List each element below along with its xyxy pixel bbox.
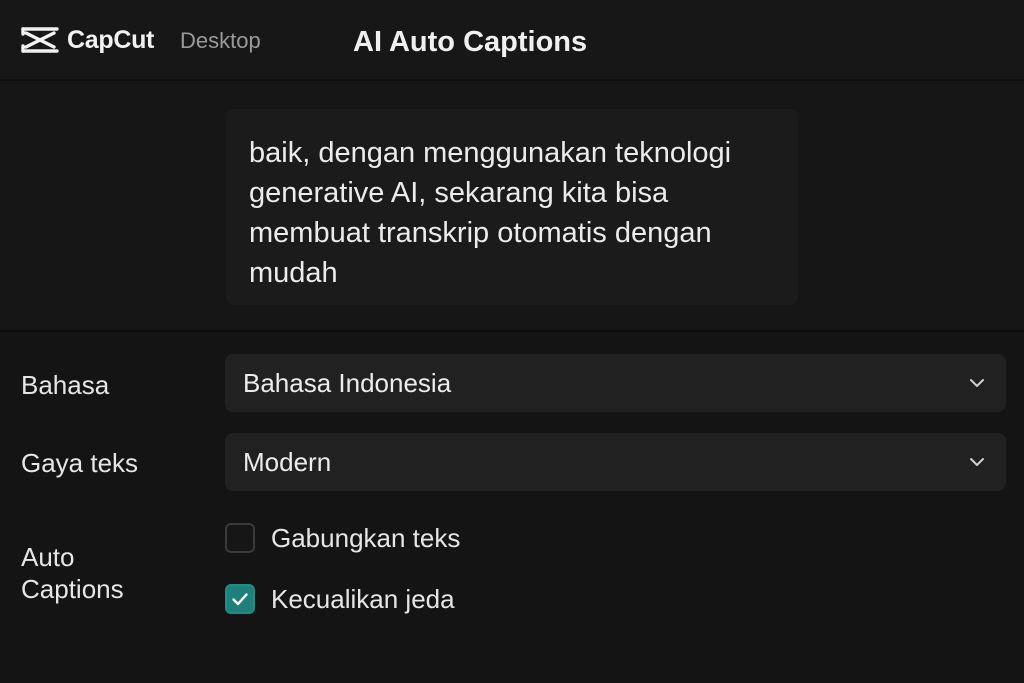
- header-bar: CapCut Desktop AI Auto Captions: [0, 0, 1024, 81]
- caption-text: baik, dengan menggunakan teknologi gener…: [249, 133, 776, 293]
- auto-captions-label-line: Auto: [21, 542, 75, 572]
- caption-line: membuat transkrip otomatis dengan: [249, 217, 712, 249]
- language-select[interactable]: Bahasa Indonesia: [225, 354, 1006, 412]
- merge-text-checkbox[interactable]: [225, 523, 255, 553]
- caption-preview-area: baik, dengan menggunakan teknologi gener…: [0, 81, 1024, 332]
- option-exclude-pauses[interactable]: Kecualikan jeda: [225, 582, 455, 616]
- text-style-select-value: Modern: [243, 446, 332, 477]
- auto-captions-label: Auto Captions: [21, 541, 124, 605]
- caption-line: baik, dengan menggunakan teknologi: [249, 137, 732, 169]
- exclude-pauses-checkbox[interactable]: [225, 584, 255, 614]
- settings-panel: Bahasa Bahasa Indonesia Gaya teks Modern…: [0, 332, 1024, 683]
- brand: CapCut: [20, 22, 154, 58]
- language-label: Bahasa: [21, 370, 110, 400]
- exclude-pauses-label: Kecualikan jeda: [271, 583, 455, 614]
- auto-captions-label-line: Captions: [21, 574, 124, 604]
- option-merge-text[interactable]: Gabungkan teks: [225, 521, 460, 555]
- capcut-logo-icon: [21, 27, 59, 53]
- chevron-down-icon: [970, 379, 984, 387]
- page-title: AI Auto Captions: [353, 26, 588, 58]
- brand-name: CapCut: [67, 25, 155, 54]
- brand-subtitle: Desktop: [180, 28, 261, 53]
- caption-preview-box: baik, dengan menggunakan teknologi gener…: [226, 109, 798, 305]
- app-window: CapCut Desktop AI Auto Captions baik, de…: [0, 0, 1024, 683]
- text-style-select[interactable]: Modern: [225, 433, 1006, 491]
- merge-text-label: Gabungkan teks: [271, 522, 461, 553]
- caption-line: mudah: [249, 257, 338, 289]
- chevron-down-icon: [970, 458, 984, 466]
- language-select-value: Bahasa Indonesia: [243, 367, 452, 398]
- checkmark-icon: [232, 593, 248, 606]
- text-style-label: Gaya teks: [21, 448, 139, 478]
- caption-line: generative AI, sekarang kita bisa: [249, 177, 669, 209]
